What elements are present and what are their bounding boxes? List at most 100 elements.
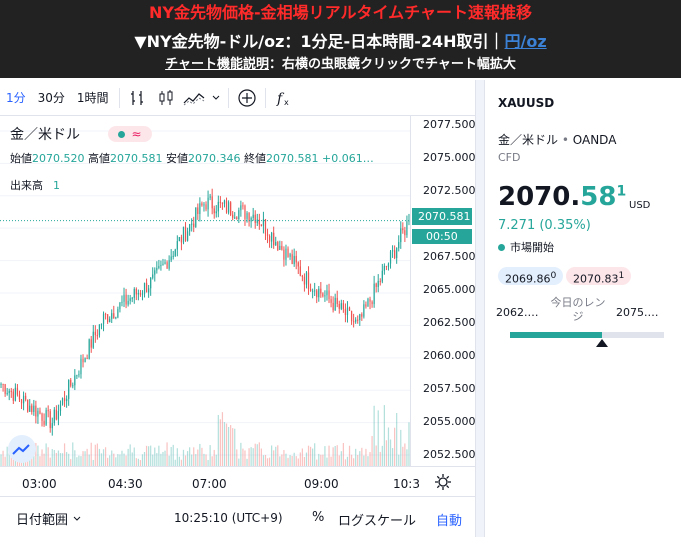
volume-bar xyxy=(281,454,283,466)
toolbar-divider xyxy=(264,87,266,108)
interval-1m[interactable]: 1分 xyxy=(0,84,32,112)
candle-body xyxy=(256,219,258,223)
volume-bar xyxy=(76,457,78,466)
candle-body xyxy=(12,391,14,401)
volume-bar xyxy=(273,450,275,466)
log-scale-toggle[interactable]: ログスケール xyxy=(338,510,416,529)
candle-body xyxy=(400,228,402,243)
price-tick: 2052.500 xyxy=(423,448,476,461)
price-tick: 2065.000 xyxy=(423,283,476,296)
delayed-data-icon: ≈ xyxy=(131,127,142,141)
candle-body xyxy=(2,383,4,385)
candle-body xyxy=(96,335,98,337)
volume-bar xyxy=(318,453,320,466)
volume-bar xyxy=(123,453,125,466)
candle-body xyxy=(43,420,45,425)
volume-bar xyxy=(61,453,64,466)
candle-body xyxy=(123,294,125,302)
candle-body xyxy=(326,290,328,296)
candle-body xyxy=(307,272,310,289)
candle-body xyxy=(301,275,303,277)
volume-bar xyxy=(186,451,189,466)
candlestick-plot[interactable] xyxy=(0,116,410,466)
volume-bar xyxy=(375,445,377,466)
volume-bar xyxy=(283,450,285,466)
candle-body xyxy=(295,255,297,263)
volume-value: 1 xyxy=(53,179,60,192)
price-chart[interactable]: 金／米ドル ≈ 始値2070.520 高値2070.581 安値2070.346… xyxy=(0,116,476,466)
volume-bar xyxy=(141,454,144,466)
auto-scale-toggle[interactable]: 自動 xyxy=(436,510,462,529)
candle-body xyxy=(338,304,340,309)
candle-body xyxy=(154,270,156,275)
price-scale[interactable]: 2077.500 2075.000 2072.500 2067.500 2065… xyxy=(410,116,476,466)
candle-body xyxy=(47,410,49,412)
candle-body xyxy=(379,280,381,282)
volume-bar xyxy=(275,446,277,466)
volume-bar xyxy=(172,444,174,466)
candle-body xyxy=(291,254,293,265)
candle-chart-icon[interactable] xyxy=(152,84,180,112)
candle-body xyxy=(322,293,324,297)
panel-divider[interactable] xyxy=(475,80,485,537)
candle-body xyxy=(330,299,332,303)
bar-chart-icon[interactable] xyxy=(124,84,152,112)
candle-body xyxy=(303,276,306,285)
volume-bar xyxy=(49,457,51,466)
candle-body xyxy=(285,248,287,260)
candle-body xyxy=(316,290,318,298)
interval-1h[interactable]: 1時間 xyxy=(71,84,115,112)
function-icon[interactable]: fx xyxy=(270,84,298,112)
chart-help-link[interactable]: チャート機能説明 xyxy=(165,57,269,72)
candle-body xyxy=(139,293,142,295)
quote-price: 2070.581 xyxy=(498,182,626,212)
candle-body xyxy=(121,301,123,303)
volume-bar xyxy=(137,458,139,466)
candle-body xyxy=(137,293,139,295)
candle-body xyxy=(221,202,224,204)
volume-bar xyxy=(197,449,199,466)
percent-scale-toggle[interactable]: % xyxy=(312,510,324,525)
volume-bar xyxy=(260,448,262,466)
price-tick: 2057.500 xyxy=(423,382,476,395)
volume-bar xyxy=(84,451,86,466)
chevron-down-icon[interactable] xyxy=(208,84,224,112)
volume-bar xyxy=(125,455,127,466)
volume-bar xyxy=(389,439,392,466)
toolbar-divider xyxy=(118,87,120,108)
time-axis[interactable]: 03:00 04:30 07:00 09:00 10:3 xyxy=(0,466,475,496)
chart-help-text: ：右横の虫眼鏡クリックでチャート幅拡大 xyxy=(269,57,516,72)
volume-bar xyxy=(324,446,326,466)
volume-bar xyxy=(291,455,293,466)
clock-timezone[interactable]: 10:25:10 (UTC+9) xyxy=(174,511,283,525)
volume-bar xyxy=(287,457,289,466)
volume-bar xyxy=(176,448,178,466)
candle-body xyxy=(213,208,215,214)
candle-body xyxy=(156,267,158,271)
candle-body xyxy=(195,207,197,227)
date-range-button[interactable]: 日付範囲 xyxy=(16,509,82,528)
volume-bar xyxy=(117,454,119,466)
interval-30m[interactable]: 30分 xyxy=(32,84,71,112)
candle-body xyxy=(170,256,172,261)
candle-body xyxy=(252,214,254,218)
volume-bar xyxy=(70,459,72,466)
yen-oz-link[interactable]: 円/oz xyxy=(505,32,547,51)
add-indicator-icon[interactable] xyxy=(233,84,261,112)
gear-icon[interactable] xyxy=(432,471,454,493)
volume-bar xyxy=(111,450,113,466)
candle-body xyxy=(25,395,27,400)
volume-bar xyxy=(96,443,98,466)
volume-bar xyxy=(266,458,269,466)
quote-symbol[interactable]: XAUUSD xyxy=(498,96,554,110)
price-tick: 2055.000 xyxy=(423,415,476,428)
volume-bar xyxy=(301,448,303,466)
volume-bar xyxy=(344,459,347,466)
area-chart-icon[interactable] xyxy=(180,84,208,112)
volume-bar xyxy=(37,445,39,466)
volume-bar xyxy=(6,446,8,466)
chart-subtitle-text: ▼NY金先物-ドル/oz：1分足-日本時間-24H取引｜ xyxy=(134,32,505,51)
volume-bar xyxy=(72,442,74,466)
volume-bar xyxy=(209,445,211,466)
volume-bar xyxy=(328,445,330,466)
